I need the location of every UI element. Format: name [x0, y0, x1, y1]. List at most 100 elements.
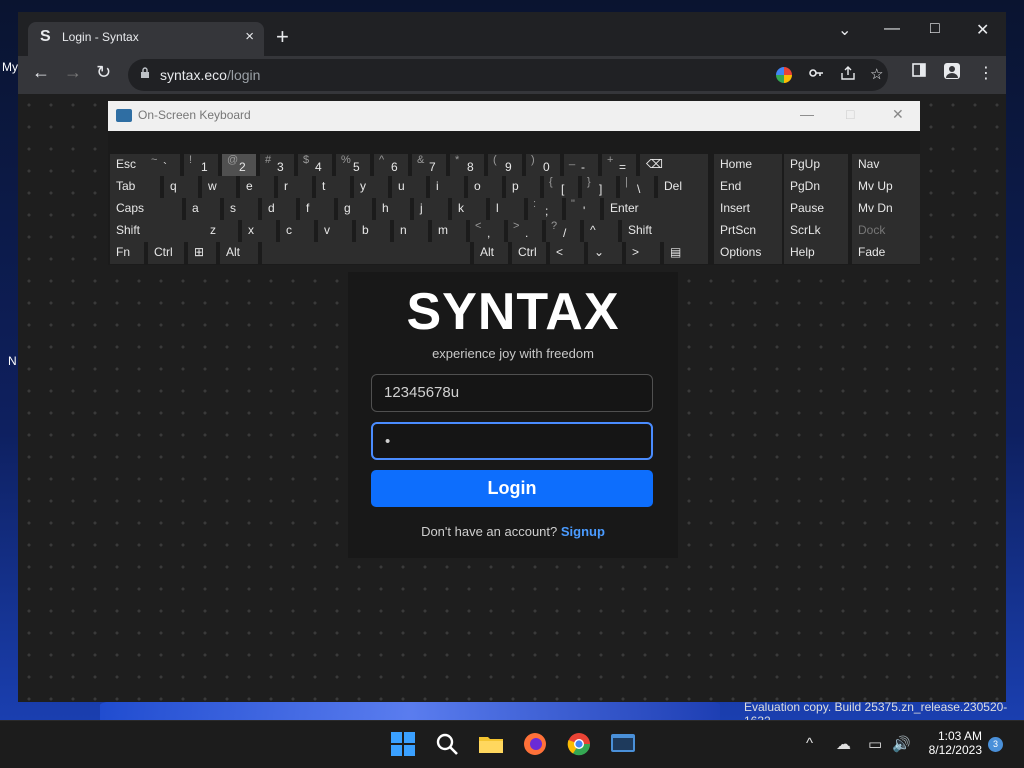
- osk-key[interactable]: d: [262, 198, 296, 220]
- tab-login[interactable]: S Login - Syntax ×: [28, 22, 264, 56]
- back-button[interactable]: ←: [32, 62, 50, 83]
- osk-nav-key[interactable]: Home: [714, 154, 782, 176]
- reload-button[interactable]: ↻: [96, 62, 111, 83]
- signup-link[interactable]: Signup: [561, 524, 605, 539]
- osk-key[interactable]: c: [280, 220, 314, 242]
- search-icon[interactable]: [434, 731, 462, 759]
- google-icon[interactable]: [776, 67, 792, 83]
- desktop-icon-label[interactable]: My: [2, 60, 18, 74]
- osk-key[interactable]: * 8: [450, 154, 484, 176]
- osk-key[interactable]: <,: [470, 220, 504, 242]
- osk-key[interactable]: ~ `: [146, 154, 180, 176]
- osk-key[interactable]: g: [338, 198, 372, 220]
- address-bar[interactable]: syntax.eco/login ☆: [128, 59, 888, 91]
- password-field[interactable]: •: [371, 422, 653, 460]
- osk-nav-key[interactable]: Mv Dn: [852, 198, 920, 220]
- osk-key[interactable]: >: [626, 242, 660, 264]
- osk-key[interactable]: Shift: [110, 220, 204, 242]
- file-explorer-icon[interactable]: [478, 731, 506, 759]
- osk-key[interactable]: ▤: [664, 242, 708, 264]
- windows-start-icon[interactable]: [390, 731, 418, 759]
- osk-key[interactable]: n: [394, 220, 428, 242]
- osk-key[interactable]: u: [392, 176, 426, 198]
- osk-key[interactable]: z: [204, 220, 238, 242]
- network-icon[interactable]: ▭: [868, 735, 882, 753]
- osk-key[interactable]: $4: [298, 154, 332, 176]
- osk-key[interactable]: t: [316, 176, 350, 198]
- osk-key[interactable]: }]: [582, 176, 616, 198]
- osk-key[interactable]: b: [356, 220, 390, 242]
- chevron-up-icon[interactable]: ^: [806, 735, 813, 752]
- osk-nav-key[interactable]: Fade: [852, 242, 920, 264]
- osk-key[interactable]: r: [278, 176, 312, 198]
- osk-key[interactable]: + =: [602, 154, 636, 176]
- osk-key[interactable]: o: [468, 176, 502, 198]
- osk-key[interactable]: y: [354, 176, 388, 198]
- minimize-button[interactable]: —: [884, 20, 900, 38]
- osk-nav-key[interactable]: Dock: [852, 220, 920, 242]
- osk-nav-key[interactable]: End: [714, 176, 782, 198]
- terminal-icon[interactable]: [610, 731, 638, 759]
- desktop-icon-label[interactable]: N: [8, 354, 17, 368]
- username-field[interactable]: 12345678u: [371, 374, 653, 412]
- osk-key[interactable]: m: [432, 220, 466, 242]
- osk-titlebar[interactable]: On-Screen Keyboard — □ ✕: [108, 101, 920, 131]
- osk-key[interactable]: " ': [566, 198, 600, 220]
- osk-key[interactable]: ^ 6: [374, 154, 408, 176]
- osk-key[interactable]: Ctrl: [148, 242, 184, 264]
- close-window-button[interactable]: ✕: [976, 20, 989, 40]
- osk-key[interactable]: {[: [544, 176, 578, 198]
- osk-nav-key[interactable]: Insert: [714, 198, 782, 220]
- osk-key[interactable]: % 5: [336, 154, 370, 176]
- osk-key[interactable]: ? /: [546, 220, 580, 242]
- osk-key[interactable]: a: [186, 198, 220, 220]
- osk-key[interactable]: Alt: [474, 242, 508, 264]
- close-icon[interactable]: ×: [245, 28, 254, 45]
- osk-nav-key[interactable]: PgUp: [784, 154, 848, 176]
- osk-key[interactable]: h: [376, 198, 410, 220]
- osk-nav-key[interactable]: Help: [784, 242, 848, 264]
- osk-key[interactable]: Caps: [110, 198, 182, 220]
- osk-nav-key[interactable]: Pause: [784, 198, 848, 220]
- osk-key[interactable]: i: [430, 176, 464, 198]
- lock-icon[interactable]: [140, 67, 150, 82]
- osk-key[interactable]: v: [318, 220, 352, 242]
- osk-key[interactable]: ! 1: [184, 154, 218, 176]
- osk-maximize-button[interactable]: □: [846, 106, 854, 122]
- osk-key[interactable]: ) 0: [526, 154, 560, 176]
- share-icon[interactable]: [840, 65, 856, 85]
- osk-key[interactable]: #3: [260, 154, 294, 176]
- osk-key[interactable]: Shift: [622, 220, 708, 242]
- osk-nav-key[interactable]: PgDn: [784, 176, 848, 198]
- osk-key[interactable]: x: [242, 220, 276, 242]
- tab-search-icon[interactable]: ⌄: [838, 20, 851, 40]
- osk-key[interactable]: s: [224, 198, 258, 220]
- star-icon[interactable]: ☆: [870, 65, 883, 83]
- osk-key[interactable]: ⊞: [188, 242, 216, 264]
- osk-key[interactable]: ⌫: [640, 154, 708, 176]
- login-button[interactable]: Login: [371, 470, 653, 507]
- osk-key[interactable]: >.: [508, 220, 542, 242]
- osk-key[interactable]: ⌄: [588, 242, 622, 264]
- notification-badge[interactable]: 3: [988, 737, 1003, 752]
- osk-key[interactable]: p: [506, 176, 540, 198]
- osk-key[interactable]: e: [240, 176, 274, 198]
- osk-key[interactable]: <: [550, 242, 584, 264]
- osk-key[interactable]: & 7: [412, 154, 446, 176]
- forward-button[interactable]: →: [64, 62, 82, 83]
- osk-key[interactable]: Fn: [110, 242, 144, 264]
- profile-icon[interactable]: [944, 63, 960, 84]
- osk-key[interactable]: :;: [528, 198, 562, 220]
- osk-nav-key[interactable]: PrtScn: [714, 220, 782, 242]
- osk-nav-key[interactable]: Nav: [852, 154, 920, 176]
- osk-key[interactable]: Alt: [220, 242, 258, 264]
- osk-key[interactable]: f: [300, 198, 334, 220]
- osk-nav-key[interactable]: ScrLk: [784, 220, 848, 242]
- osk-key[interactable]: | \: [620, 176, 654, 198]
- firefox-icon[interactable]: [522, 731, 550, 759]
- osk-key[interactable]: k: [452, 198, 486, 220]
- osk-minimize-button[interactable]: —: [800, 106, 814, 122]
- volume-icon[interactable]: 🔊: [892, 735, 911, 753]
- osk-nav-key[interactable]: Mv Up: [852, 176, 920, 198]
- osk-key[interactable]: Enter: [604, 198, 708, 220]
